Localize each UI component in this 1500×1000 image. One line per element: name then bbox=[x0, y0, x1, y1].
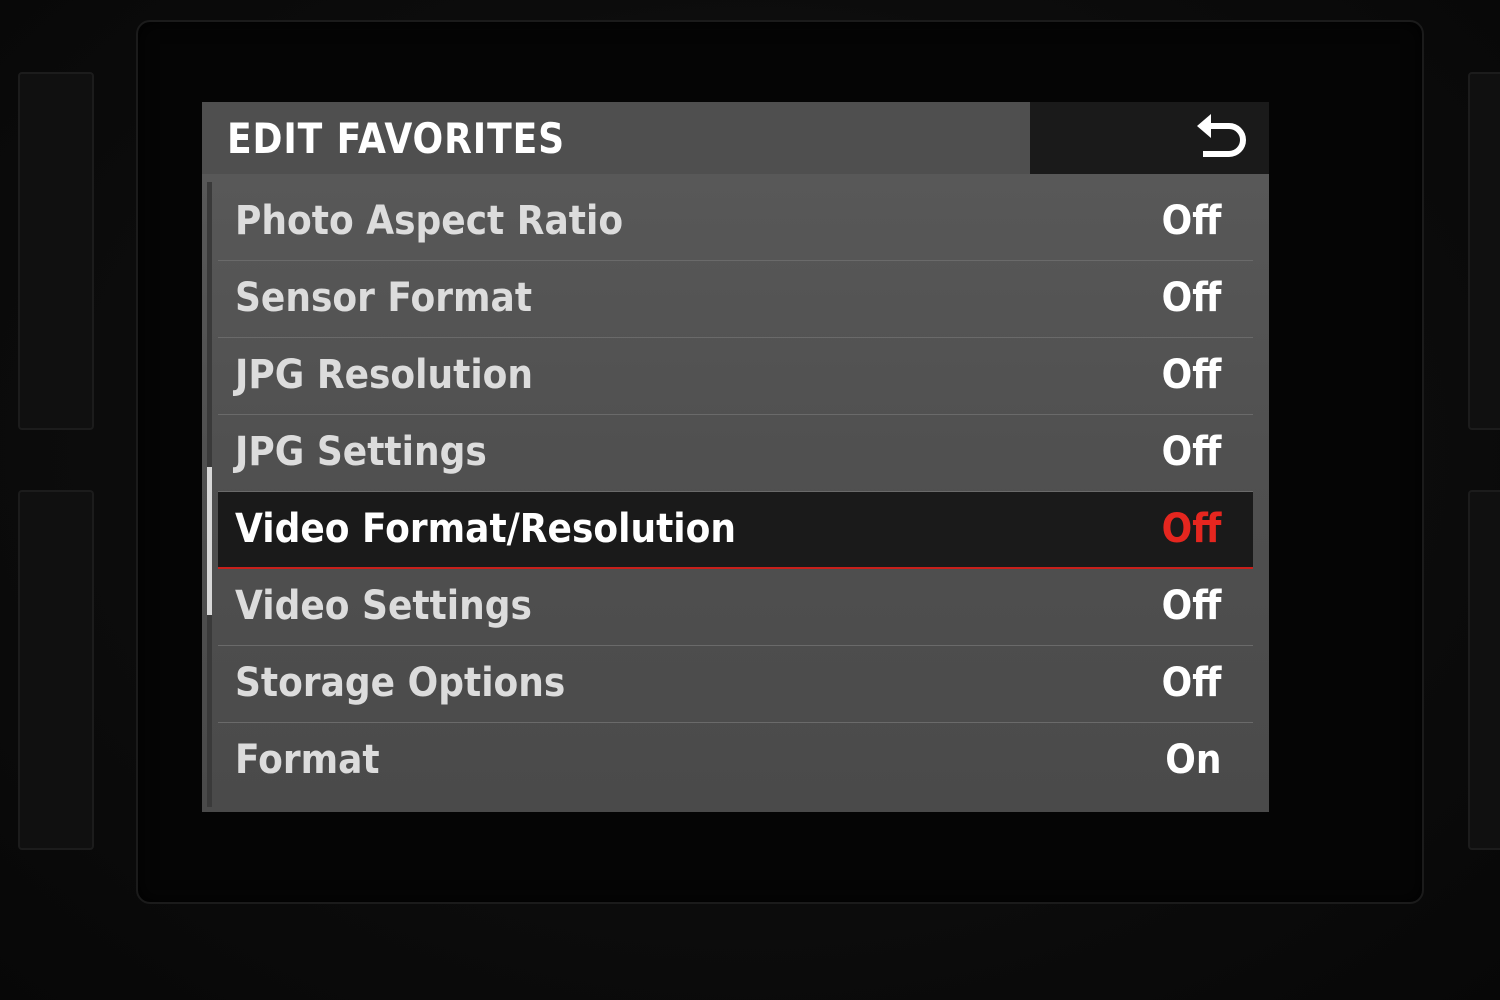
right-lower-button[interactable] bbox=[1468, 490, 1500, 850]
page-title: EDIT FAVORITES bbox=[227, 114, 565, 163]
menu-item-value: On bbox=[1164, 737, 1221, 783]
menu-item-jpg-resolution[interactable]: JPG Resolution Off bbox=[218, 338, 1253, 415]
right-upper-button[interactable] bbox=[1468, 72, 1500, 430]
menu-item-value: Off bbox=[1161, 198, 1221, 244]
camera-body: EDIT FAVORITES Photo Aspect Ratio Off Se… bbox=[0, 0, 1500, 1000]
menu-item-format[interactable]: Format On bbox=[218, 723, 1253, 800]
menu-item-value: Off bbox=[1161, 506, 1221, 552]
menu-item-label: Storage Options bbox=[235, 660, 566, 706]
back-button[interactable] bbox=[1030, 102, 1269, 174]
menu-item-sensor-format[interactable]: Sensor Format Off bbox=[218, 261, 1253, 338]
menu-item-label: JPG Settings bbox=[235, 429, 487, 475]
scrollbar-thumb[interactable] bbox=[207, 467, 212, 615]
menu-item-label: Format bbox=[235, 737, 380, 783]
menu-item-value: Off bbox=[1161, 660, 1221, 706]
left-upper-button[interactable] bbox=[18, 72, 94, 430]
menu-item-label: Sensor Format bbox=[235, 275, 533, 321]
menu-item-video-format-resolution[interactable]: Video Format/Resolution Off bbox=[218, 492, 1253, 569]
menu-item-value: Off bbox=[1161, 429, 1221, 475]
menu-item-label: Photo Aspect Ratio bbox=[235, 198, 624, 244]
menu-item-value: Off bbox=[1161, 352, 1221, 398]
menu-screen: EDIT FAVORITES Photo Aspect Ratio Off Se… bbox=[202, 102, 1269, 812]
menu-item-value: Off bbox=[1161, 275, 1221, 321]
menu-item-label: JPG Resolution bbox=[235, 352, 534, 398]
header-bar: EDIT FAVORITES bbox=[202, 102, 1269, 174]
menu-item-value: Off bbox=[1161, 583, 1221, 629]
menu-item-storage-options[interactable]: Storage Options Off bbox=[218, 646, 1253, 723]
menu-item-label: Video Settings bbox=[235, 583, 532, 629]
return-arrow-icon bbox=[1197, 114, 1246, 157]
menu-item-jpg-settings[interactable]: JPG Settings Off bbox=[218, 415, 1253, 492]
menu-item-video-settings[interactable]: Video Settings Off bbox=[218, 569, 1253, 646]
left-lower-button[interactable] bbox=[18, 490, 94, 850]
menu-item-photo-aspect-ratio[interactable]: Photo Aspect Ratio Off bbox=[218, 184, 1253, 261]
menu-item-label: Video Format/Resolution bbox=[235, 506, 736, 552]
favorites-list: Photo Aspect Ratio Off Sensor Format Off… bbox=[218, 184, 1253, 800]
